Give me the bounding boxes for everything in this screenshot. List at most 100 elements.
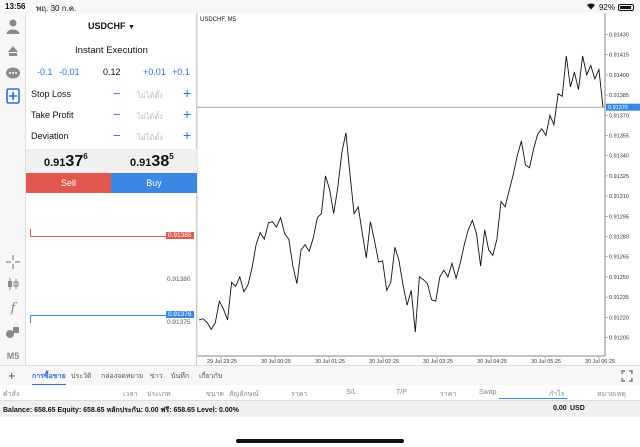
current-price-text: 0.91376 bbox=[608, 105, 628, 111]
tab-trade[interactable]: การซื้อขาย bbox=[32, 371, 66, 386]
buy-button[interactable]: Buy bbox=[111, 173, 197, 193]
ask-level-label: 0.91385 bbox=[166, 232, 194, 239]
take-profit-decrease[interactable]: − bbox=[113, 107, 121, 122]
chat-icon[interactable] bbox=[4, 65, 22, 83]
stop-loss-increase[interactable]: + bbox=[183, 85, 191, 101]
wifi-icon bbox=[586, 2, 596, 12]
take-profit-label: Take Profit bbox=[31, 110, 74, 120]
col-current-price[interactable]: ราคา bbox=[440, 389, 456, 400]
trade-arrows-icon[interactable] bbox=[4, 41, 22, 59]
stop-loss-decrease[interactable]: − bbox=[113, 86, 121, 101]
col-sl[interactable]: S/L bbox=[346, 389, 357, 396]
stop-loss-row: Stop Loss − ไม่ได้ตั้ง + bbox=[31, 85, 197, 103]
y-tick-label: 0.91325 bbox=[609, 174, 629, 180]
volume-step-plus-0-01[interactable]: +0.01 bbox=[143, 67, 166, 77]
symbol-name: USDCHF bbox=[88, 21, 126, 31]
battery-icon bbox=[618, 3, 634, 11]
crosshair-icon[interactable] bbox=[4, 253, 22, 271]
home-indicator[interactable] bbox=[236, 439, 404, 443]
y-axis: 0.91430 0.91415 0.91400 0.91385 0.91370 0.913… bbox=[605, 32, 629, 342]
volume-step-plus-0-1[interactable]: +0.1 bbox=[172, 67, 190, 77]
low-level-label: 0.91375 bbox=[167, 319, 191, 326]
col-type[interactable]: ประเภท bbox=[147, 389, 171, 400]
bid-level-tick bbox=[30, 315, 31, 323]
volume-step-minus-0-1[interactable]: -0.1 bbox=[37, 67, 53, 77]
buy-price-big: 38 bbox=[151, 153, 170, 170]
buy-price-main: 0.91 bbox=[130, 157, 152, 169]
price-display: 0.91376 0.91385 bbox=[26, 149, 197, 173]
y-tick-label: 0.91430 bbox=[609, 32, 629, 38]
bottom-tabs-bar: + การซื้อขาย ประวัติ กล่องจดหมาย ข่าว บั… bbox=[0, 365, 640, 386]
y-tick-label: 0.91310 bbox=[609, 194, 629, 200]
deviation-increase[interactable]: + bbox=[183, 127, 191, 143]
objects-icon[interactable] bbox=[4, 323, 22, 341]
deviation-label: Deviation bbox=[31, 131, 69, 141]
y-tick-label: 0.91355 bbox=[609, 133, 629, 139]
volume-step-minus-0-01[interactable]: -0.01 bbox=[59, 67, 80, 77]
buy-price: 0.91385 bbox=[130, 152, 174, 171]
bid-level-label: 0.91376 bbox=[166, 311, 194, 318]
account-currency: USD bbox=[570, 405, 585, 412]
take-profit-input[interactable]: ไม่ได้ตั้ง bbox=[137, 111, 163, 123]
execution-type[interactable]: Instant Execution bbox=[26, 45, 197, 56]
status-right: 92% bbox=[586, 2, 634, 12]
deviation-row: Deviation − ไม่ได้ตั้ง + bbox=[31, 127, 197, 145]
col-price[interactable]: ราคา bbox=[291, 389, 307, 400]
stop-loss-input[interactable]: ไม่ได้ตั้ง bbox=[137, 90, 163, 102]
y-tick-label: 0.91370 bbox=[609, 113, 629, 119]
sell-price-big: 37 bbox=[65, 153, 84, 170]
y-tick-label: 0.91205 bbox=[609, 336, 629, 342]
col-comment[interactable]: หมายเหตุ bbox=[597, 389, 626, 400]
price-line bbox=[198, 55, 604, 333]
timeframe-icon[interactable]: M5 bbox=[4, 347, 22, 365]
bid-level-line bbox=[30, 315, 166, 316]
current-price-tag: 0.91376 bbox=[606, 103, 640, 111]
volume-value[interactable]: 0.12 bbox=[103, 67, 121, 77]
left-toolbar: f M5 bbox=[0, 13, 26, 365]
tab-mailbox[interactable]: กล่องจดหมาย bbox=[101, 371, 143, 382]
battery-fill bbox=[620, 5, 631, 9]
status-bar: 13:56 พฤ. 30 ก.ค. 92% bbox=[0, 0, 640, 13]
clock: 13:56 bbox=[5, 2, 26, 11]
tab-history[interactable]: ประวัติ bbox=[71, 371, 91, 382]
col-swap[interactable]: Swap bbox=[479, 389, 497, 396]
user-icon[interactable] bbox=[4, 17, 22, 35]
y-tick-label: 0.91385 bbox=[609, 93, 629, 99]
y-tick-label: 0.91400 bbox=[609, 73, 629, 79]
y-tick-label: 0.91340 bbox=[609, 154, 629, 160]
balance-row: Balance: 658.65 Equity: 658.65 หลักประกั… bbox=[0, 401, 640, 417]
price-chart[interactable]: USDCHF, M5 0.914300.914150.914000.913850… bbox=[197, 13, 640, 365]
ask-level-line bbox=[30, 236, 166, 237]
home-indicator-area bbox=[0, 417, 640, 447]
col-time[interactable]: เวลา bbox=[123, 389, 138, 400]
col-tp[interactable]: T/P bbox=[396, 389, 407, 396]
new-order-icon[interactable] bbox=[4, 87, 22, 105]
chevron-down-icon: ▼ bbox=[128, 24, 135, 31]
y-tick-label: 0.91265 bbox=[609, 255, 629, 261]
order-panel: USDCHF ▼ Instant Execution -0.1 -0.01 0.… bbox=[26, 13, 197, 365]
col-order[interactable]: คำสั่ง bbox=[3, 389, 19, 400]
y-tick-label: 0.91220 bbox=[609, 315, 629, 321]
total-profit: 0.00 bbox=[553, 405, 567, 412]
sell-button[interactable]: Sell bbox=[26, 173, 111, 193]
sell-price: 0.91376 bbox=[44, 152, 88, 171]
tab-about[interactable]: เกี่ยวกับ bbox=[199, 371, 222, 382]
trade-table-header: คำสั่ง เวลา ประเภท ขนาด สัญลักษณ์ ราคา S… bbox=[0, 385, 640, 401]
tab-journal[interactable]: บันทึก bbox=[171, 371, 189, 382]
function-icon[interactable]: f bbox=[4, 299, 22, 317]
col-volume[interactable]: ขนาด bbox=[206, 389, 224, 400]
ask-level-tick bbox=[30, 229, 31, 237]
take-profit-increase[interactable]: + bbox=[183, 106, 191, 122]
chart-title: USDCHF, M5 bbox=[200, 17, 237, 23]
symbol-selector[interactable]: USDCHF ▼ bbox=[26, 21, 197, 31]
col-symbol[interactable]: สัญลักษณ์ bbox=[229, 389, 259, 400]
add-icon[interactable]: + bbox=[8, 368, 16, 383]
deviation-decrease[interactable]: − bbox=[113, 128, 121, 143]
deviation-input[interactable]: ไม่ได้ตั้ง bbox=[137, 132, 163, 144]
battery-percent: 92% bbox=[598, 2, 615, 12]
tab-news[interactable]: ข่าว bbox=[150, 371, 163, 382]
candles-icon[interactable] bbox=[4, 275, 22, 293]
y-tick-label: 0.91235 bbox=[609, 295, 629, 301]
take-profit-row: Take Profit − ไม่ได้ตั้ง + bbox=[31, 106, 197, 124]
balance-summary: Balance: 658.65 Equity: 658.65 หลักประกั… bbox=[3, 407, 239, 414]
